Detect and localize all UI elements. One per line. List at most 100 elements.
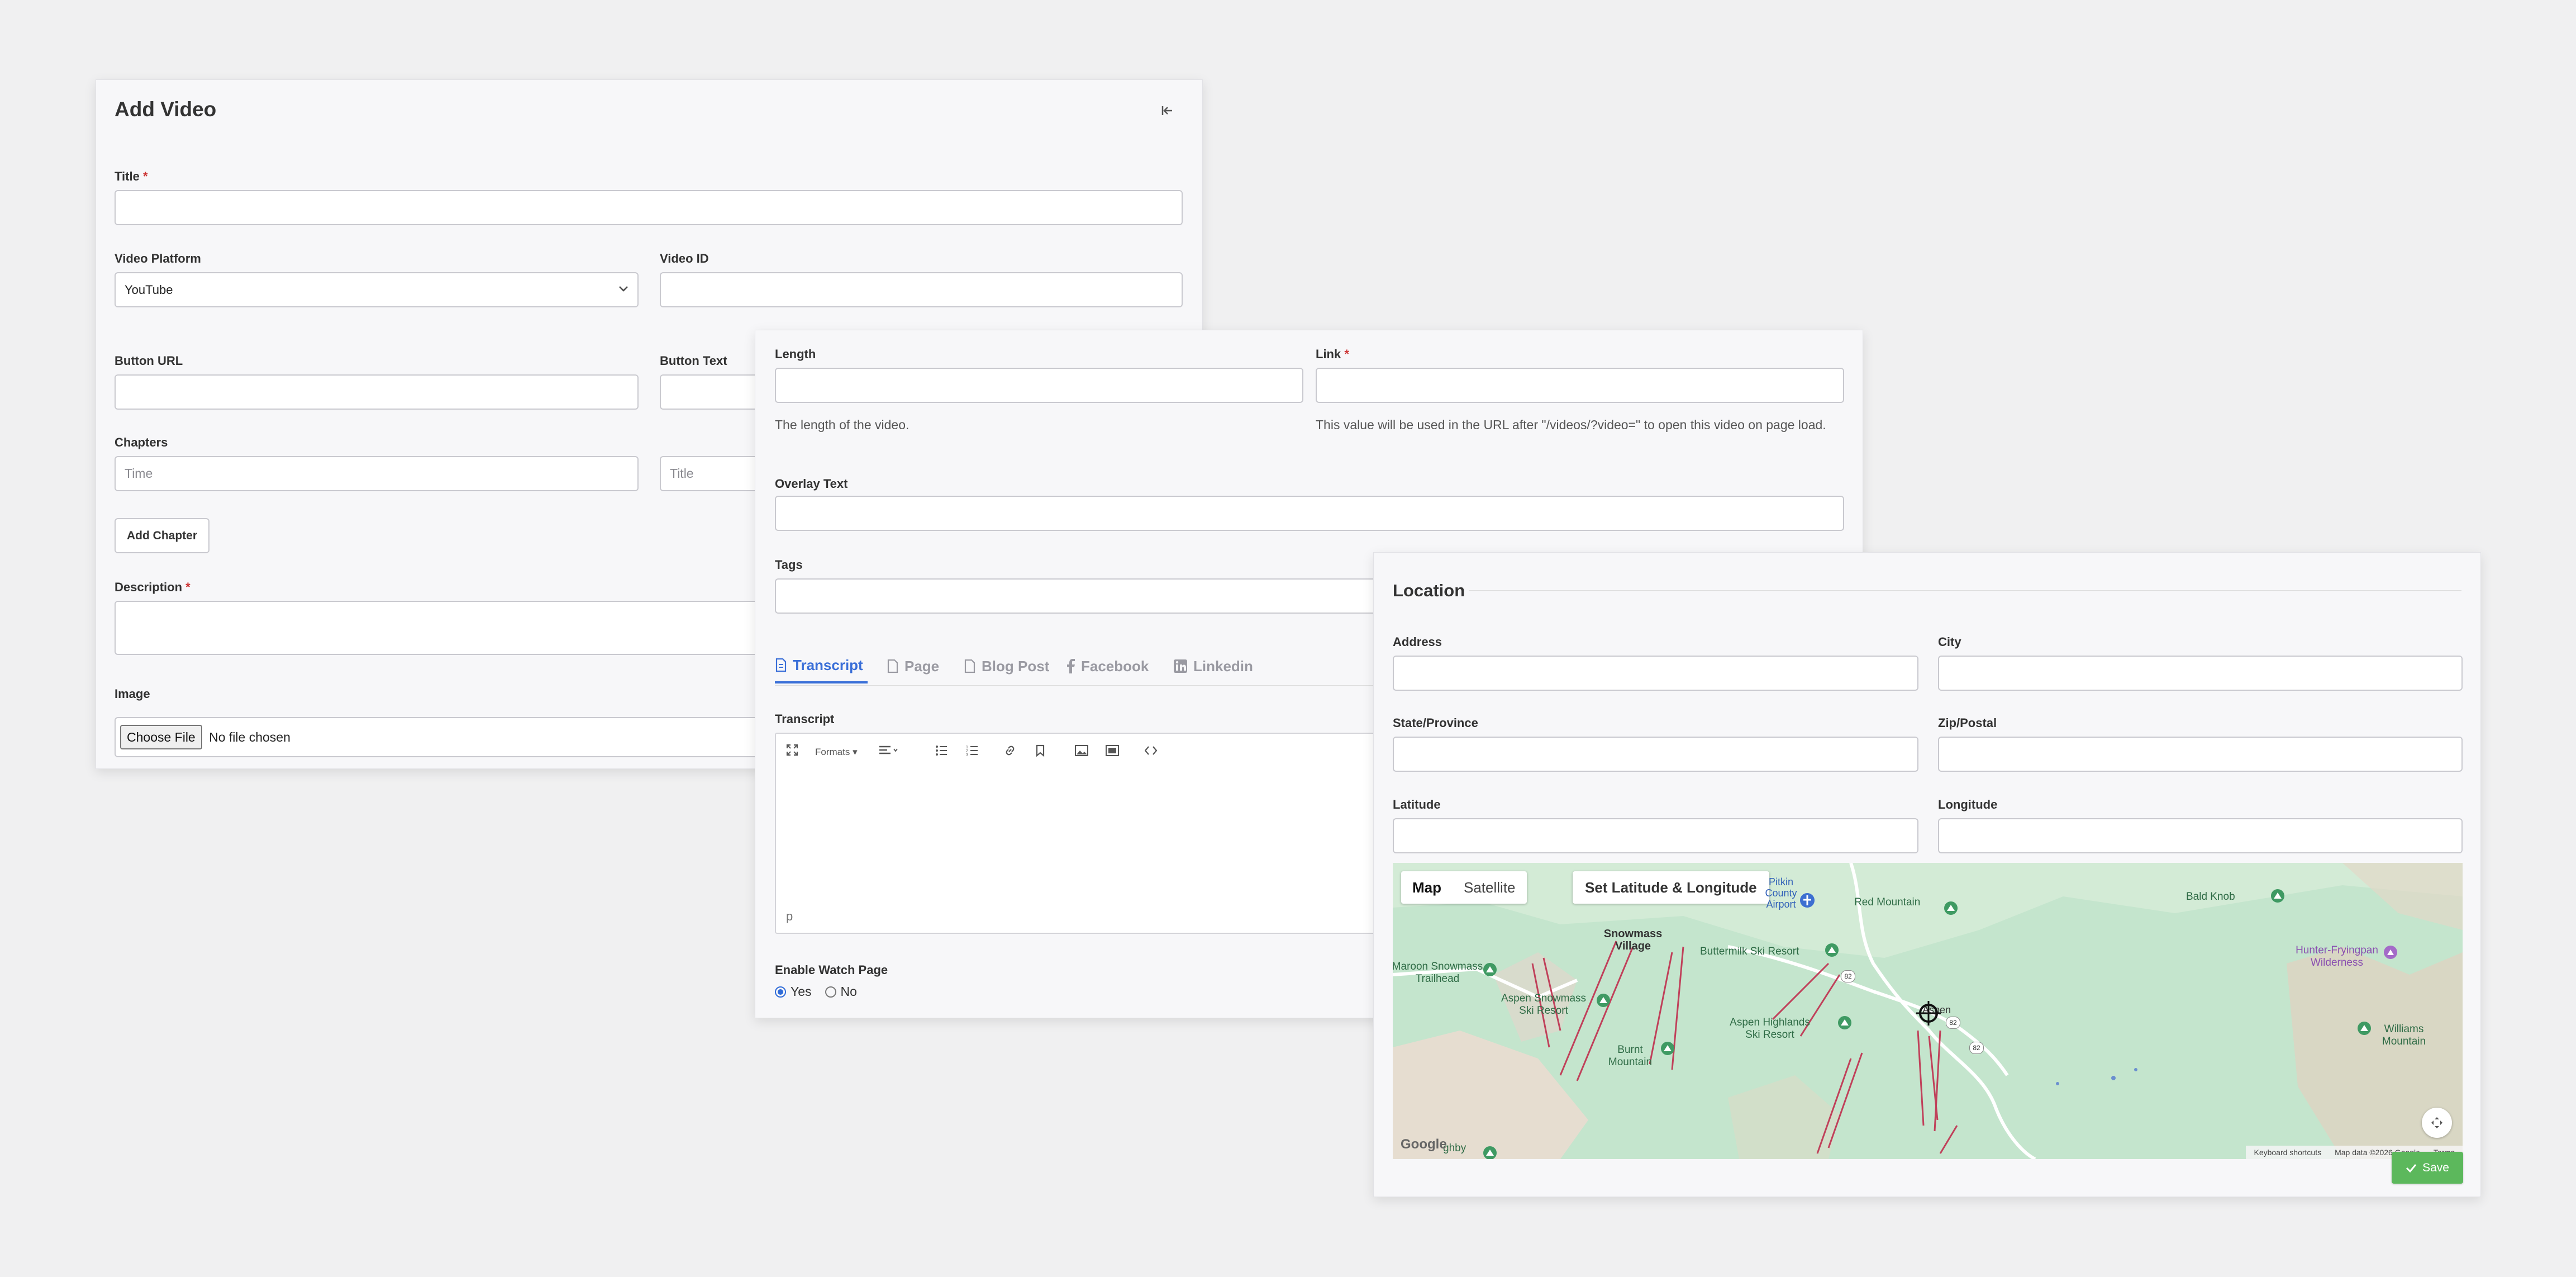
button-text-label: Button Text	[660, 354, 727, 368]
video-platform-select[interactable]: YouTube	[115, 272, 639, 307]
document-icon	[775, 658, 787, 672]
bookmark-icon[interactable]	[1036, 744, 1045, 757]
image-icon[interactable]	[1075, 745, 1088, 756]
map-pin-icon	[1597, 994, 1610, 1007]
google-logo: Google	[1401, 1137, 1447, 1152]
address-label: Address	[1393, 635, 1442, 649]
watch-yes-label: Yes	[791, 984, 812, 999]
map-fullscreen-button[interactable]	[2422, 1108, 2452, 1138]
map-pin-icon	[1483, 1146, 1497, 1159]
map-label-pitkin: Pitkin County Airport	[1765, 876, 1797, 910]
latitude-input[interactable]	[1393, 818, 1918, 853]
no-file-text: No file chosen	[209, 730, 291, 744]
video-platform-label: Video Platform	[115, 251, 201, 265]
tab-facebook[interactable]: Facebook	[1066, 649, 1149, 683]
length-input[interactable]	[775, 368, 1303, 403]
map-widget[interactable]: Map Satellite Set Latitude & Longitude P…	[1393, 863, 2463, 1159]
page-title: Add Video	[115, 98, 217, 121]
state-label: State/Province	[1393, 716, 1478, 730]
map-pin-icon	[2271, 889, 2284, 903]
tab-blog-post[interactable]: Blog Post	[964, 649, 1049, 683]
save-button[interactable]: Save	[2392, 1152, 2463, 1184]
map-label-aspen-snowmass: Aspen Snowmass Ski Resort	[1501, 993, 1587, 1017]
numbered-list-icon[interactable]: 123	[966, 745, 978, 756]
transcript-label: Transcript	[775, 712, 835, 726]
highway-82-shield: 82	[1946, 1017, 1960, 1029]
map-label-hunter-fryingpan: Hunter-Fryingpan Wilderness	[2296, 944, 2378, 969]
media-icon[interactable]	[1106, 745, 1119, 756]
page-icon	[887, 659, 898, 673]
map-type-satellite-button[interactable]: Satellite	[1453, 871, 1527, 904]
title-input[interactable]	[115, 190, 1183, 225]
map-type-map-button[interactable]: Map	[1401, 871, 1453, 904]
map-pin-icon	[2358, 1022, 2371, 1035]
city-label: City	[1938, 635, 1961, 649]
map-label-red-mountain: Red Mountain	[1854, 896, 1921, 908]
map-pin-icon	[1825, 943, 1839, 957]
zip-label: Zip/Postal	[1938, 716, 1997, 730]
map-pin-icon	[1661, 1042, 1674, 1055]
facebook-icon	[1067, 659, 1075, 673]
fullscreen-icon[interactable]	[786, 744, 798, 756]
add-chapter-button[interactable]: Add Chapter	[115, 518, 209, 553]
zip-input[interactable]	[1938, 737, 2463, 772]
linkedin-icon	[1174, 659, 1187, 673]
map-label-bald-knob: Bald Knob	[2186, 891, 2235, 903]
length-help-text: The length of the video.	[775, 417, 910, 432]
city-input[interactable]	[1938, 656, 2463, 691]
collapse-panel-icon[interactable]	[1161, 105, 1173, 117]
latitude-label: Latitude	[1393, 797, 1441, 811]
page-icon	[964, 659, 975, 673]
location-panel: Location Address City State/Province Zip…	[1373, 552, 2481, 1197]
align-icon[interactable]	[879, 746, 898, 756]
map-pin-icon	[1483, 963, 1497, 976]
map-label-aspen-highlands: Aspen Highlands Ski Resort	[1730, 1017, 1810, 1041]
state-input[interactable]	[1393, 737, 1918, 772]
formats-dropdown[interactable]: Formats ▾	[815, 747, 858, 758]
tab-linkedin[interactable]: Linkedin	[1173, 649, 1253, 683]
code-icon[interactable]	[1145, 746, 1157, 756]
overlay-text-input[interactable]	[775, 496, 1844, 531]
watch-radio-group: Yes No	[775, 984, 857, 999]
choose-file-button[interactable]: Choose File	[120, 725, 202, 749]
title-label: Title *	[115, 169, 148, 183]
video-id-label: Video ID	[660, 251, 709, 265]
tab-transcript[interactable]: Transcript	[775, 649, 868, 683]
map-pin-icon	[1838, 1016, 1851, 1029]
description-label: Description *	[115, 580, 191, 594]
svg-text:1: 1	[966, 746, 968, 749]
longitude-label: Longitude	[1938, 797, 1998, 811]
highway-82-shield: 82	[1841, 970, 1855, 982]
link-input[interactable]	[1316, 368, 1844, 403]
keyboard-shortcuts-link[interactable]: Keyboard shortcuts	[2254, 1146, 2321, 1159]
watch-yes-radio[interactable]	[775, 986, 786, 998]
map-label-snowmass-village: Snowmass Village	[1603, 928, 1663, 952]
chapter-time-input[interactable]: Time	[115, 456, 639, 491]
bullet-list-icon[interactable]	[935, 745, 947, 756]
location-title: Location	[1393, 581, 1465, 600]
longitude-input[interactable]	[1938, 818, 2463, 853]
overlay-text-label: Overlay Text	[775, 477, 848, 491]
video-id-input[interactable]	[660, 272, 1183, 307]
link-label: Link *	[1316, 347, 1349, 361]
button-url-input[interactable]	[115, 374, 639, 410]
map-label-williams-mountain: Williams Mountain	[2382, 1023, 2426, 1047]
tab-page[interactable]: Page	[887, 649, 939, 683]
check-icon	[2406, 1164, 2417, 1172]
watch-no-radio[interactable]	[825, 986, 836, 998]
map-pin-icon	[1944, 901, 1958, 915]
map-label-burnt-mountain: Burnt Mountain	[1608, 1044, 1653, 1068]
map-type-control: Map Satellite	[1401, 871, 1527, 904]
set-latlng-button[interactable]: Set Latitude & Longitude	[1573, 871, 1769, 904]
wilderness-pin-icon	[2384, 946, 2397, 959]
svg-text:3: 3	[966, 753, 968, 756]
chapters-label: Chapters	[115, 435, 168, 449]
location-crosshair-icon[interactable]	[1915, 1000, 1942, 1027]
enable-watch-label: Enable Watch Page	[775, 963, 888, 977]
link-icon[interactable]	[1004, 744, 1016, 757]
map-label-buttermilk: Buttermilk Ski Resort	[1700, 946, 1799, 957]
address-input[interactable]	[1393, 656, 1918, 691]
chevron-down-icon	[619, 286, 628, 292]
fullscreen-icon	[2431, 1117, 2442, 1128]
highway-82-shield: 82	[1969, 1042, 1984, 1054]
